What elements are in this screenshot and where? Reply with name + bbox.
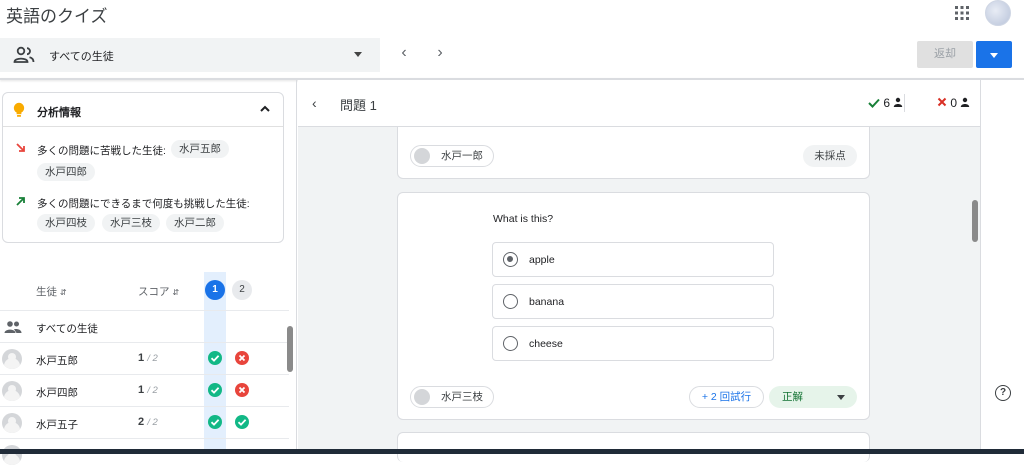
- chevron-up-icon[interactable]: [258, 102, 272, 116]
- all-students-label: すべての生徒: [36, 323, 98, 335]
- sort-student-header[interactable]: 生徒 ⇵: [36, 284, 67, 299]
- question-1-header[interactable]: 1: [205, 280, 225, 300]
- avatar: [2, 349, 22, 369]
- question-header: ‹ 問題 1 6 0: [298, 80, 980, 127]
- student-score: 1 / 2: [138, 384, 158, 396]
- grade-dropdown[interactable]: 正解: [769, 386, 857, 408]
- persisted-label: 多くの問題にできるまで何度も挑戦した生徒:: [37, 198, 250, 210]
- table-row[interactable]: 水戸五郎 1 / 2: [0, 342, 289, 374]
- x-icon: [937, 97, 947, 107]
- sort-score-header[interactable]: スコア ⇵: [138, 284, 179, 299]
- apps-grid-icon[interactable]: [953, 4, 971, 22]
- app-title: 英語のクイズ: [6, 7, 108, 26]
- student-chip[interactable]: 水戸三枝: [410, 386, 494, 408]
- correct-icon[interactable]: [208, 415, 222, 429]
- top-bar: 英語のクイズ: [0, 0, 1024, 30]
- avatar: [2, 445, 22, 465]
- answer-option[interactable]: banana: [492, 284, 774, 319]
- all-students-row[interactable]: すべての生徒: [0, 310, 289, 342]
- persisted-student-chip[interactable]: 水戸二郎: [166, 214, 224, 232]
- option-label: cheese: [529, 338, 563, 350]
- question-title: 問題 1: [340, 98, 377, 113]
- chevron-right-icon[interactable]: ›: [430, 44, 450, 62]
- person-icon: [961, 97, 970, 107]
- help-icon[interactable]: ?: [995, 385, 1011, 401]
- option-label: apple: [529, 254, 555, 266]
- insights-header[interactable]: 分析情報: [3, 93, 283, 127]
- correct-icon[interactable]: [235, 415, 249, 429]
- radio-icon: [503, 294, 518, 309]
- student-score: 2 / 2: [138, 416, 158, 428]
- student-score: 1 / 2: [138, 352, 158, 364]
- question-2-header[interactable]: 2: [232, 280, 252, 300]
- students-dropdown[interactable]: すべての生徒: [0, 38, 380, 72]
- lightbulb-icon: [13, 102, 25, 117]
- person-icon: [894, 97, 903, 107]
- chevron-left-icon[interactable]: ‹: [312, 95, 317, 111]
- persisted-student-chip[interactable]: 水戸四枝: [37, 214, 95, 232]
- students-dropdown-label: すべての生徒: [49, 51, 114, 63]
- option-label: banana: [529, 296, 565, 308]
- left-scrollbar[interactable]: [287, 326, 293, 372]
- return-button[interactable]: 返却: [917, 41, 973, 68]
- attempts-button[interactable]: + 2 回試行: [689, 386, 764, 408]
- table-row[interactable]: 水戸五子 2 / 2: [0, 406, 289, 438]
- avatar: [2, 413, 22, 433]
- avatar: [414, 389, 430, 405]
- insights-card: 分析情報 多くの問題に苦戦した生徒: 水戸五郎 水戸四郎 多くの問題にできるまで…: [2, 92, 284, 243]
- table-row[interactable]: 水戸四郎 1 / 2: [0, 374, 289, 406]
- correct-icon[interactable]: [208, 383, 222, 397]
- account-avatar[interactable]: [985, 0, 1011, 26]
- ungraded-status[interactable]: 未採点: [803, 145, 857, 167]
- trending-up-icon: [14, 194, 28, 208]
- trending-down-icon: [14, 141, 28, 155]
- chevron-left-icon[interactable]: ‹: [394, 44, 414, 62]
- incorrect-icon[interactable]: [235, 351, 249, 365]
- radio-selected-icon: [503, 252, 518, 267]
- struggled-label: 多くの問題に苦戦した生徒:: [37, 145, 166, 157]
- question-prompt: What is this?: [493, 213, 554, 225]
- avatar: [414, 148, 430, 164]
- radio-icon: [503, 336, 518, 351]
- student-name: 水戸五郎: [36, 355, 78, 367]
- answer-option[interactable]: apple: [492, 242, 774, 277]
- caret-down-icon: [354, 52, 362, 57]
- incorrect-count: 0: [937, 96, 970, 110]
- return-options-button[interactable]: [976, 41, 1012, 68]
- student-name: 水戸五子: [36, 419, 78, 431]
- people-icon: [13, 46, 35, 63]
- struggled-student-chip[interactable]: 水戸五郎: [171, 140, 229, 158]
- left-panel: 分析情報 多くの問題に苦戦した生徒: 水戸五郎 水戸四郎 多くの問題にできるまで…: [0, 80, 297, 465]
- taskbar: [0, 449, 1024, 454]
- people-icon: [4, 321, 22, 333]
- persisted-student-chip[interactable]: 水戸三枝: [102, 214, 160, 232]
- divider: [904, 94, 905, 112]
- avatar: [2, 381, 22, 401]
- incorrect-icon[interactable]: [235, 383, 249, 397]
- main-scrollbar[interactable]: [972, 200, 978, 242]
- correct-icon[interactable]: [208, 351, 222, 365]
- correct-count: 6: [868, 96, 903, 110]
- struggled-student-chip[interactable]: 水戸四郎: [37, 163, 95, 181]
- check-icon: [868, 98, 880, 108]
- student-chip[interactable]: 水戸一郎: [410, 145, 494, 167]
- answer-option[interactable]: cheese: [492, 326, 774, 361]
- response-card: [397, 432, 870, 462]
- student-name: 水戸四郎: [36, 387, 78, 399]
- insights-title: 分析情報: [37, 107, 81, 119]
